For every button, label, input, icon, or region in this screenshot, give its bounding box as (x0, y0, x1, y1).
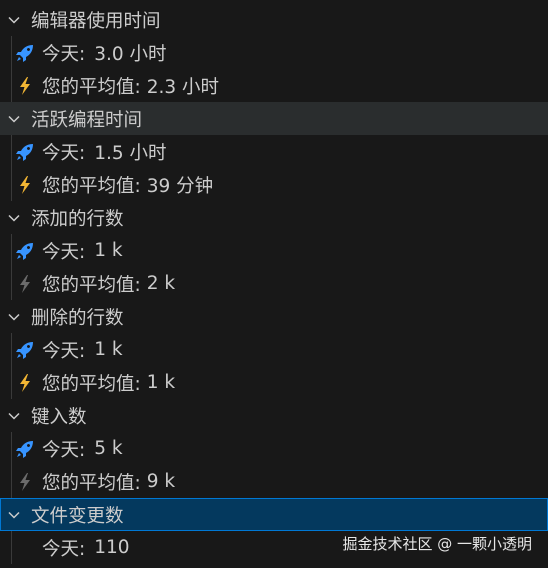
watermark-text: 掘金技术社区 @ 一颗小透明 (342, 535, 532, 553)
section-title: 键入数 (31, 406, 87, 428)
average-label: 您的平均值: (42, 472, 141, 494)
rocket-icon (14, 438, 36, 460)
average-value: 39 分钟 (146, 175, 214, 197)
today-label: 今天: (42, 439, 86, 461)
section-title: 文件变更数 (31, 505, 124, 527)
today-label: 今天: (42, 241, 86, 263)
average-row[interactable]: 您的平均值: 2 k (0, 267, 548, 300)
chevron-down-icon[interactable] (6, 309, 22, 325)
today-label: 今天: (42, 538, 86, 560)
average-label: 您的平均值: (42, 373, 141, 395)
chevron-down-icon[interactable] (6, 408, 22, 424)
today-value: 5 k (94, 438, 123, 459)
indent-guide (11, 366, 12, 399)
section-editor-usage-time[interactable]: 编辑器使用时间 (0, 3, 548, 36)
average-label: 您的平均值: (42, 274, 141, 296)
average-value: 1 k (146, 372, 176, 393)
rocket-icon (14, 240, 36, 262)
section-files-changed[interactable]: 文件变更数 (0, 498, 548, 531)
chevron-down-icon[interactable] (6, 12, 22, 28)
indent-guide (11, 69, 12, 102)
chevron-down-icon[interactable] (6, 210, 22, 226)
indent-guide (11, 168, 12, 201)
indent-guide (11, 333, 12, 366)
section-lines-added[interactable]: 添加的行数 (0, 201, 548, 234)
indent-guide (11, 234, 12, 267)
today-row[interactable]: 今天: 1 k (0, 234, 548, 267)
section-title: 活跃编程时间 (31, 109, 143, 131)
chevron-down-icon[interactable] (6, 111, 22, 127)
today-value: 1 k (94, 240, 123, 261)
section-keystrokes[interactable]: 键入数 (0, 399, 548, 432)
section-title: 删除的行数 (31, 307, 124, 329)
today-label: 今天: (42, 142, 86, 164)
today-row[interactable]: 今天: 3.0 小时 (0, 36, 548, 69)
average-value: 2 k (146, 273, 176, 294)
today-row[interactable]: 今天: 5 k (0, 432, 548, 465)
section-active-coding-time[interactable]: 活跃编程时间 (0, 102, 548, 135)
today-label: 今天: (42, 43, 86, 65)
today-row[interactable]: 今天: 1.5 小时 (0, 135, 548, 168)
rocket-icon (14, 141, 36, 163)
today-value: 1 k (94, 339, 123, 360)
lightning-icon (14, 174, 36, 196)
average-row[interactable]: 您的平均值: 9 k (0, 465, 548, 498)
average-label: 您的平均值: (42, 76, 141, 98)
average-row[interactable]: 您的平均值: 2.3 小时 (0, 69, 548, 102)
section-lines-deleted[interactable]: 删除的行数 (0, 300, 548, 333)
indent-guide (11, 267, 12, 300)
lightning-icon (14, 471, 36, 493)
rocket-icon (14, 339, 36, 361)
average-value: 9 k (146, 471, 176, 492)
lightning-icon (14, 273, 36, 295)
chevron-down-icon[interactable] (6, 507, 22, 523)
lightning-icon (14, 372, 36, 394)
indent-guide (11, 135, 12, 168)
section-title: 编辑器使用时间 (31, 10, 161, 32)
indent-guide (11, 432, 12, 465)
today-row[interactable]: 今天: 1 k (0, 333, 548, 366)
indent-guide (11, 36, 12, 69)
today-value: 110 (94, 537, 130, 558)
indent-guide (11, 531, 12, 564)
today-value: 1.5 小时 (94, 142, 167, 164)
average-row[interactable]: 您的平均值: 39 分钟 (0, 168, 548, 201)
section-title: 添加的行数 (31, 208, 124, 230)
metrics-tree: 编辑器使用时间 今天: 3.0 小时 您的平均值: 2.3 小时 活跃编程时间 … (0, 3, 548, 564)
indent-guide (11, 465, 12, 498)
rocket-icon (14, 42, 36, 64)
today-value: 3.0 小时 (94, 43, 167, 65)
average-row[interactable]: 您的平均值: 1 k (0, 366, 548, 399)
average-value: 2.3 小时 (146, 76, 220, 98)
lightning-icon (14, 75, 36, 97)
average-label: 您的平均值: (42, 175, 141, 197)
today-label: 今天: (42, 340, 86, 362)
